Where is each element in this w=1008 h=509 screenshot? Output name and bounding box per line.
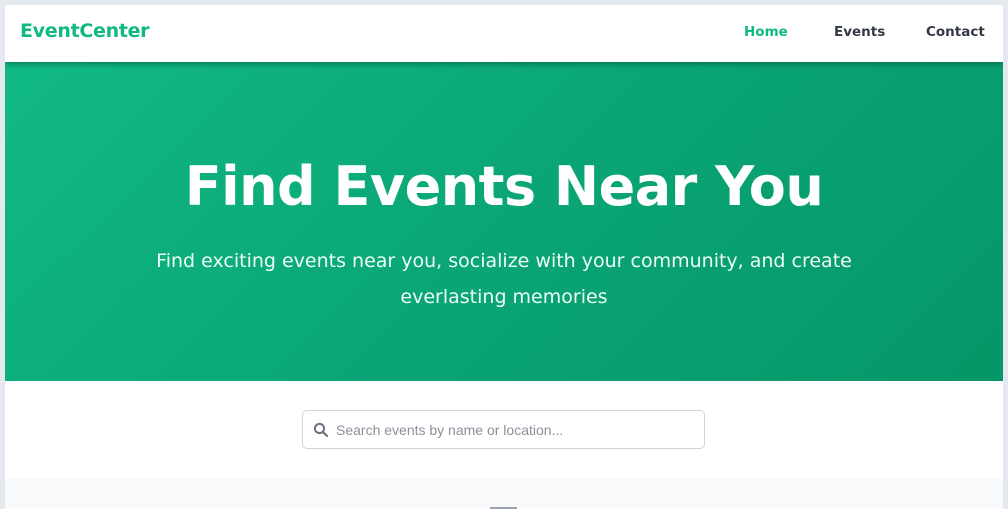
hero-subtitle: Find exciting events near you, socialize… [156, 250, 852, 308]
nav-link-contact[interactable]: Contact [926, 24, 985, 40]
hero-banner: Find Events Near You Find exciting event… [5, 62, 1003, 381]
events-section-top [5, 478, 1003, 509]
navbar: EventCenter Home Events Contact [5, 5, 1003, 62]
search-icon [313, 422, 329, 438]
page-frame: EventCenter Home Events Contact Find Eve… [5, 5, 1003, 509]
scrollbar-track[interactable] [1003, 5, 1008, 509]
hero-title: Find Events Near You [184, 155, 824, 218]
nav-link-events[interactable]: Events [834, 24, 885, 40]
nav-links: Home Events Contact [5, 24, 1003, 44]
search-box[interactable] [302, 410, 705, 449]
search-section [5, 381, 1003, 478]
search-input[interactable] [336, 411, 701, 448]
nav-link-home[interactable]: Home [744, 24, 788, 40]
